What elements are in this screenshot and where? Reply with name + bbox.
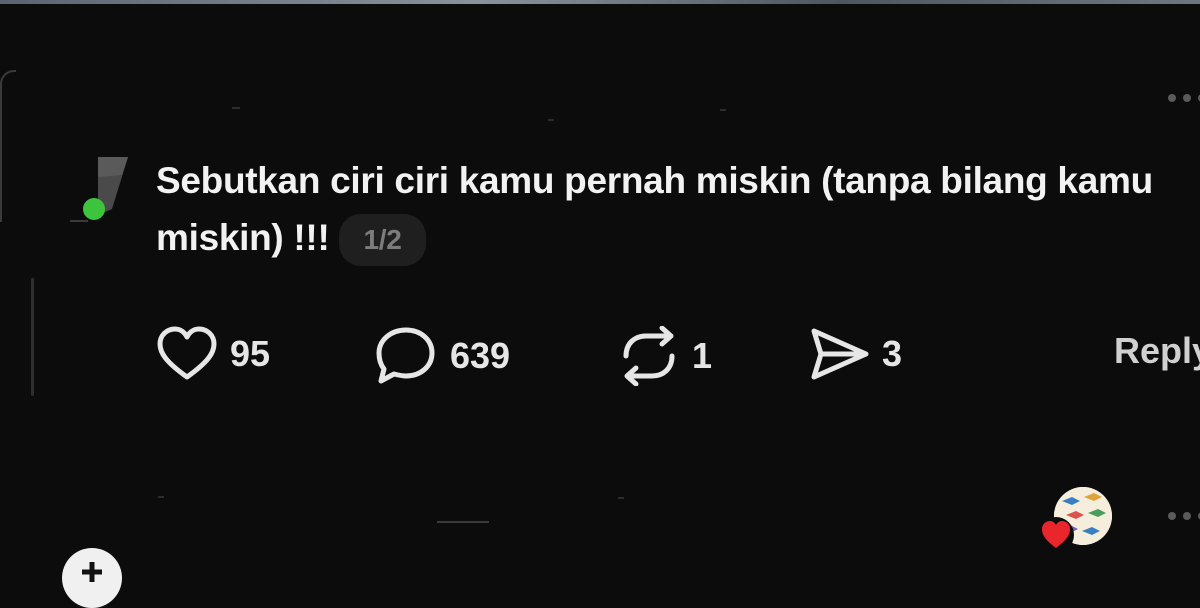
divider-mark <box>232 107 240 109</box>
follow-plus-icon[interactable] <box>62 548 122 608</box>
comment-button[interactable]: 639 <box>374 326 510 386</box>
more-dots-icon <box>1168 512 1176 520</box>
page-indicator-badge: 1/2 <box>339 214 426 267</box>
share-count: 3 <box>882 333 903 374</box>
liked-heart-icon <box>1038 517 1074 553</box>
comment-count: 639 <box>450 335 511 376</box>
share-button[interactable]: 3 <box>808 326 902 382</box>
repost-icon <box>623 326 675 386</box>
divider-mark <box>548 119 554 121</box>
send-icon <box>811 328 869 380</box>
thread-line <box>31 278 34 396</box>
online-status-dot <box>83 198 105 220</box>
post-body: Sebutkan ciri ciri kamu pernah miskin (t… <box>156 152 1156 267</box>
comment-bubble-icon <box>376 327 435 384</box>
divider-mark <box>720 109 726 111</box>
like-count: 95 <box>230 333 271 374</box>
more-options-button[interactable] <box>1168 94 1200 102</box>
divider-mark <box>437 521 489 523</box>
parent-thread-connector <box>0 70 16 222</box>
repost-count: 1 <box>692 335 713 376</box>
more-options-button[interactable] <box>1168 512 1200 520</box>
more-dots-icon <box>1168 94 1176 102</box>
divider-mark <box>158 496 164 498</box>
top-strip <box>0 0 1200 4</box>
divider-mark <box>618 497 624 499</box>
heart-icon <box>157 326 217 380</box>
reply-link[interactable]: Reply <box>1114 330 1200 372</box>
avatar[interactable] <box>70 155 130 223</box>
post-text: Sebutkan ciri ciri kamu pernah miskin (t… <box>156 160 1153 258</box>
post-actions: 95 639 1 3 Reply <box>156 326 1200 386</box>
repost-button[interactable]: 1 <box>618 326 712 386</box>
like-button[interactable]: 95 <box>156 326 270 382</box>
